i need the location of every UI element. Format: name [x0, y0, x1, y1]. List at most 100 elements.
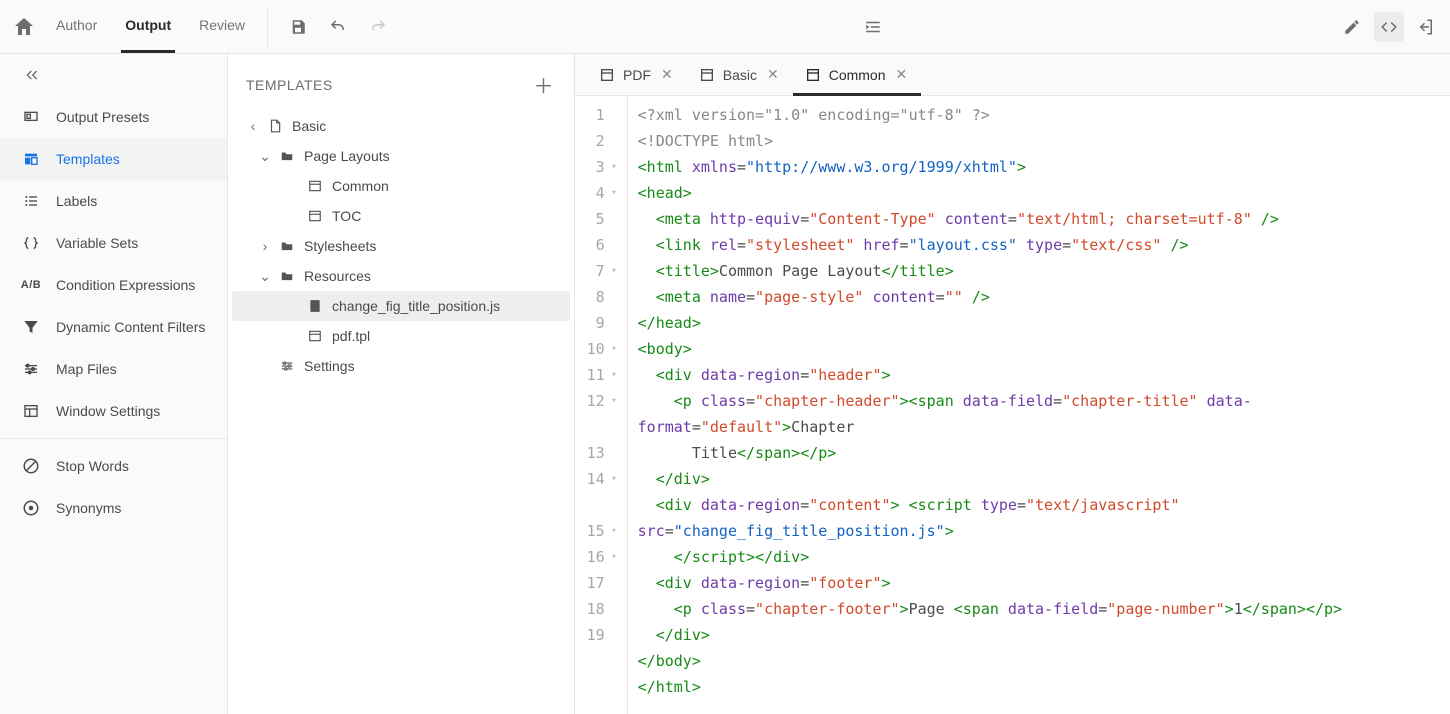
tree-node-basic[interactable]: ‹ Basic — [232, 111, 570, 141]
templates-panel-title: TEMPLATES — [246, 77, 333, 93]
sidebar-item-label: Dynamic Content Filters — [56, 319, 205, 335]
code-line[interactable]: <div data-region="content"> <script type… — [638, 492, 1440, 570]
chevron-right-icon: › — [260, 238, 270, 254]
chevron-left-icon: ‹ — [248, 118, 258, 134]
sidebar-item-variable-sets[interactable]: Variable Sets — [0, 222, 227, 264]
save-button[interactable] — [286, 15, 310, 39]
code-line[interactable]: <body> — [638, 336, 1440, 362]
code-lines[interactable]: <?xml version="1.0" encoding="utf-8" ?><… — [628, 96, 1450, 714]
home-icon[interactable] — [12, 15, 36, 39]
tab-review[interactable]: Review — [195, 0, 249, 53]
add-template-button[interactable]: ＋ — [534, 70, 555, 99]
tree-node-settings[interactable]: · Settings — [232, 351, 570, 381]
tree-node-label: Common — [332, 178, 389, 194]
editor-tab-label: Basic — [723, 67, 757, 83]
tab-output[interactable]: Output — [121, 0, 175, 53]
code-line[interactable]: <p class="chapter-header"><span data-fie… — [638, 388, 1440, 466]
line-number: 15▾ — [575, 518, 617, 544]
sidebar-item-synonyms[interactable]: Synonyms — [0, 487, 227, 529]
source-view-button[interactable] — [1374, 12, 1404, 42]
code-line[interactable]: </div> — [638, 466, 1440, 492]
sidebar-item-label: Templates — [56, 151, 120, 167]
code-line[interactable]: <head> — [638, 180, 1440, 206]
collapse-sidebar-button[interactable] — [0, 54, 227, 96]
sidebar-item-labels[interactable]: Labels — [0, 180, 227, 222]
editor-tab-basic[interactable]: Basic ✕ — [687, 56, 793, 96]
editor-tab-pdf[interactable]: PDF ✕ — [587, 56, 687, 96]
line-number: 6 — [575, 232, 617, 258]
layout-icon — [805, 67, 821, 83]
tree-node-toc[interactable]: · TOC — [232, 201, 570, 231]
folder-icon — [278, 267, 296, 285]
sidebar-item-label: Synonyms — [56, 500, 121, 516]
tree-node-tpl-file[interactable]: · pdf.tpl — [232, 321, 570, 351]
sidebar-item-output-presets[interactable]: Output Presets — [0, 96, 227, 138]
output-presets-icon — [20, 108, 42, 126]
sidebar-item-dynamic-filters[interactable]: Dynamic Content Filters — [0, 306, 227, 348]
tree-node-label: change_fig_title_position.js — [332, 298, 500, 314]
exit-button[interactable] — [1414, 15, 1438, 39]
sidebar-item-templates[interactable]: Templates — [0, 138, 227, 180]
sidebar-item-condition-expressions[interactable]: A/B Condition Expressions — [0, 264, 227, 306]
tab-review-label: Review — [199, 17, 245, 33]
line-number: 10▾ — [575, 336, 617, 362]
sidebar-item-label: Variable Sets — [56, 235, 138, 251]
code-line[interactable]: </body> — [638, 648, 1440, 674]
tree-node-page-layouts[interactable]: ⌄ Page Layouts — [232, 141, 570, 171]
chevron-down-icon: ⌄ — [260, 268, 270, 285]
tree-node-resources[interactable]: ⌄ Resources — [232, 261, 570, 291]
redo-button[interactable] — [366, 15, 390, 39]
layout-icon — [306, 207, 324, 225]
close-icon[interactable]: ✕ — [894, 66, 910, 83]
condition-expressions-icon: A/B — [20, 276, 42, 294]
line-number: 5 — [575, 206, 617, 232]
code-line[interactable]: <div data-region="header"> — [638, 362, 1440, 388]
separator — [267, 8, 268, 46]
code-line[interactable]: <meta http-equiv="Content-Type" content=… — [638, 206, 1440, 232]
editor-tab-label: PDF — [623, 67, 651, 83]
code-line[interactable]: </html> — [638, 674, 1440, 700]
edit-view-button[interactable] — [1340, 15, 1364, 39]
code-line[interactable]: <meta name="page-style" content="" /> — [638, 284, 1440, 310]
sidebar-item-label: Window Settings — [56, 403, 160, 419]
code-line[interactable]: </div> — [638, 622, 1440, 648]
window-settings-icon — [20, 402, 42, 420]
mode-tabs: Author Output Review — [52, 0, 249, 53]
gutter: 123▾4▾567▾8910▾11▾12▾1314▾15▾16▾171819 — [575, 96, 628, 714]
code-line[interactable]: <div data-region="footer"> — [638, 570, 1440, 596]
variable-sets-icon — [20, 234, 42, 252]
tree-node-label: pdf.tpl — [332, 328, 370, 344]
close-icon[interactable]: ✕ — [765, 66, 781, 83]
editor-tab-common[interactable]: Common ✕ — [793, 56, 922, 96]
close-icon[interactable]: ✕ — [659, 66, 675, 83]
tab-author[interactable]: Author — [52, 0, 101, 53]
topbar: Author Output Review — [0, 0, 1450, 54]
line-number: 9 — [575, 310, 617, 336]
code-line[interactable]: <link rel="stylesheet" href="layout.css"… — [638, 232, 1440, 258]
code-line[interactable]: <html xmlns="http://www.w3.org/1999/xhtm… — [638, 154, 1440, 180]
sidebar-item-stop-words[interactable]: Stop Words — [0, 445, 227, 487]
indent-icon[interactable] — [861, 15, 885, 39]
sidebar-item-map-files[interactable]: Map Files — [0, 348, 227, 390]
tree-node-common[interactable]: · Common — [232, 171, 570, 201]
code-line[interactable]: <?xml version="1.0" encoding="utf-8" ?> — [638, 102, 1440, 128]
line-number: 8 — [575, 284, 617, 310]
line-number: 16▾ — [575, 544, 617, 570]
code-line[interactable]: <p class="chapter-footer">Page <span dat… — [638, 596, 1440, 622]
code-line[interactable]: </head> — [638, 310, 1440, 336]
templates-panel: TEMPLATES ＋ ‹ Basic ⌄ Page Layouts · Com — [228, 54, 575, 714]
line-number: 18 — [575, 596, 617, 622]
sidebar-item-label: Map Files — [56, 361, 117, 377]
tree-node-js-file[interactable]: · change_fig_title_position.js — [232, 291, 570, 321]
tree-node-label: Basic — [292, 118, 326, 134]
sidebar-item-window-settings[interactable]: Window Settings — [0, 390, 227, 432]
tab-output-label: Output — [125, 17, 171, 33]
code-line[interactable]: <!DOCTYPE html> — [638, 128, 1440, 154]
code-editor[interactable]: 123▾4▾567▾8910▾11▾12▾1314▾15▾16▾171819 <… — [575, 96, 1450, 714]
undo-button[interactable] — [326, 15, 350, 39]
tree-node-label: Settings — [304, 358, 355, 374]
sidebar-item-label: Condition Expressions — [56, 277, 195, 293]
tree-node-stylesheets[interactable]: › Stylesheets — [232, 231, 570, 261]
code-line[interactable]: <title>Common Page Layout</title> — [638, 258, 1440, 284]
layout-icon — [699, 67, 715, 83]
